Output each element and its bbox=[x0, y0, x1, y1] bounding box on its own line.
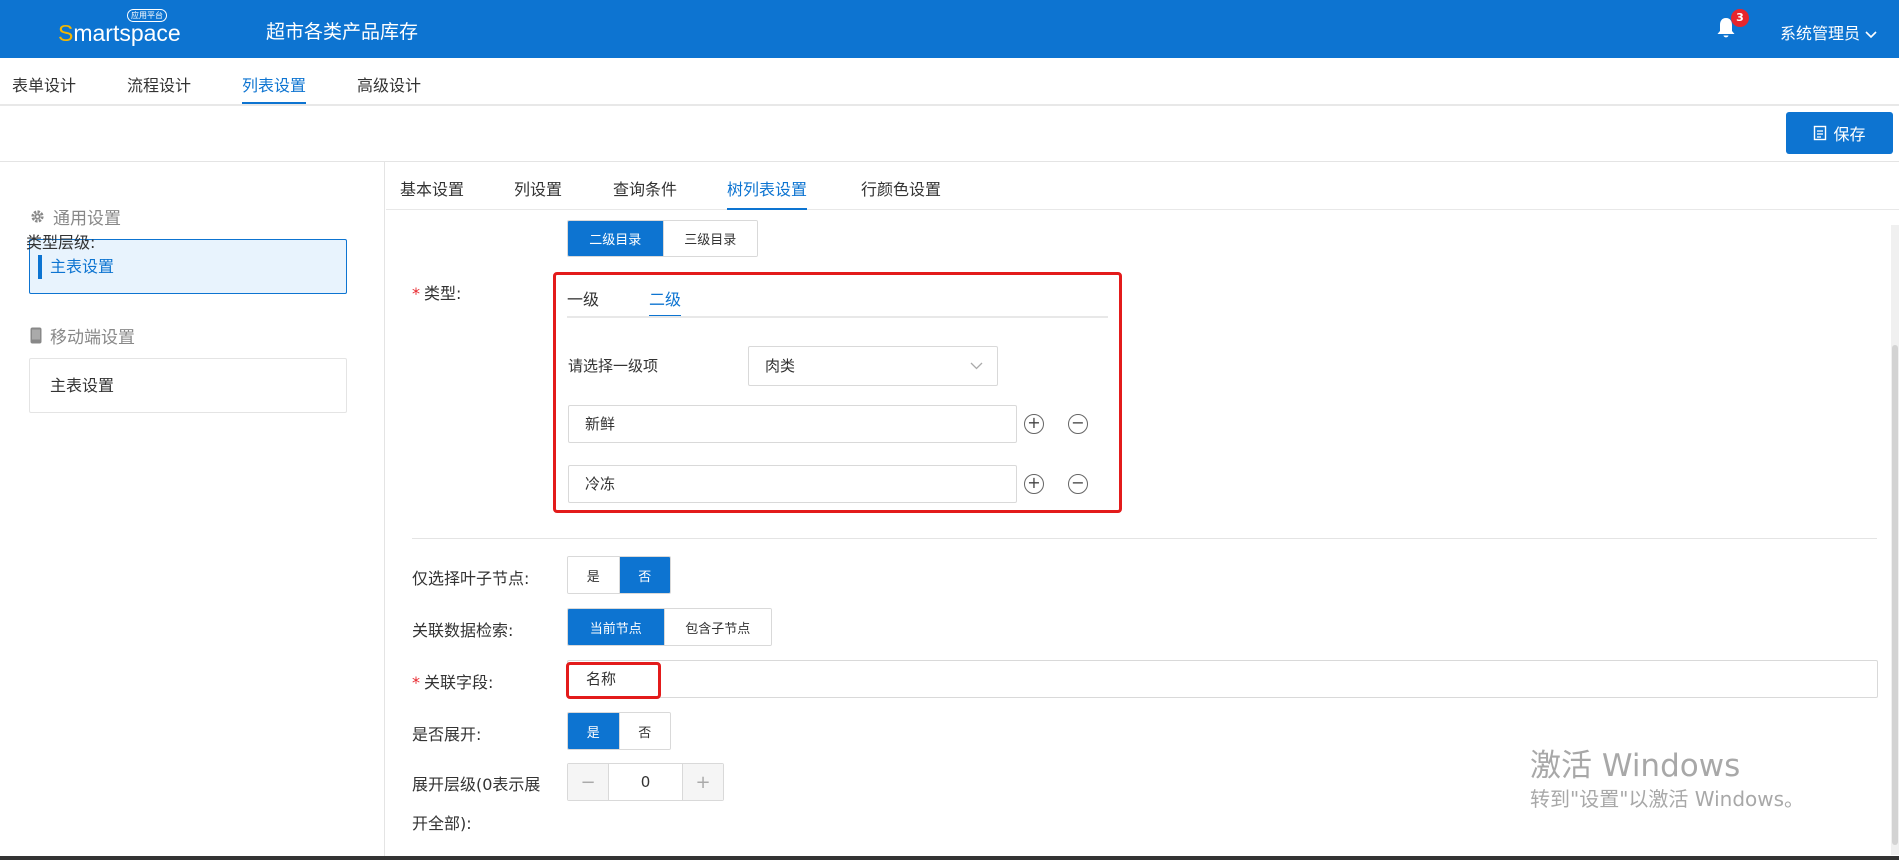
decrement-button[interactable]: − bbox=[568, 764, 608, 800]
expand-level-label-line2: 开全部): bbox=[412, 814, 472, 833]
first-level-select[interactable]: 肉类 bbox=[748, 346, 998, 386]
general-settings-group: 通用设置 bbox=[30, 204, 121, 229]
expand-label: 是否展开: bbox=[412, 725, 482, 744]
expand-level-stepper: − 0 + bbox=[567, 763, 724, 801]
select-first-level-label: 请选择一级项 bbox=[568, 357, 659, 375]
tab-list-settings[interactable]: 列表设置 bbox=[242, 72, 307, 104]
expand-no[interactable]: 否 bbox=[618, 713, 670, 749]
list-settings-tabs: 基本设置 列设置 查询条件 树列表设置 行颜色设置 bbox=[386, 162, 1899, 210]
tab-form-design[interactable]: 表单设计 bbox=[12, 72, 76, 104]
related-search-include-children[interactable]: 包含子节点 bbox=[663, 609, 771, 645]
general-settings-title: 通用设置 bbox=[53, 209, 121, 229]
section-divider bbox=[412, 538, 1877, 539]
save-label: 保存 bbox=[1833, 125, 1866, 144]
type-level-option-3[interactable]: 三级目录 bbox=[662, 221, 757, 256]
related-search-label: 关联数据检索: bbox=[412, 621, 514, 640]
top-header: Smartspace 应用平台 超市各类产品库存 3 系统管理员 bbox=[0, 0, 1899, 58]
save-button[interactable]: 保存 bbox=[1786, 112, 1893, 154]
type-level-toggle: 二级目录 三级目录 bbox=[567, 220, 758, 257]
expand-level-label-line1: 展开层级(0表示展 bbox=[412, 775, 541, 794]
tab-row-color-settings[interactable]: 行颜色设置 bbox=[861, 176, 941, 210]
type-level-option-2[interactable]: 二级目录 bbox=[568, 221, 663, 256]
gear-icon bbox=[31, 210, 44, 223]
first-level-select-value: 肉类 bbox=[765, 357, 796, 375]
tab-basic-settings[interactable]: 基本设置 bbox=[400, 176, 464, 210]
type-item-input[interactable]: 冷冻 bbox=[568, 465, 1017, 503]
add-item-icon[interactable]: + bbox=[1024, 414, 1044, 434]
tab-advanced-design[interactable]: 高级设计 bbox=[357, 72, 421, 104]
related-search-current-node[interactable]: 当前节点 bbox=[568, 609, 664, 645]
mobile-settings-title: 移动端设置 bbox=[50, 328, 135, 348]
window-bottom-edge bbox=[0, 856, 1899, 860]
related-field-label: * 关联字段: bbox=[412, 673, 494, 692]
app-title: 超市各类产品库存 bbox=[266, 21, 419, 43]
type-tab-level-2[interactable]: 二级 bbox=[649, 286, 682, 317]
left-settings-panel: 通用设置 主表设置 移动端设置 主表设置 bbox=[0, 162, 385, 860]
type-tabs-underline bbox=[567, 316, 1108, 318]
leaf-only-label: 仅选择叶子节点: bbox=[412, 569, 530, 588]
related-field-input[interactable]: 名称 bbox=[567, 660, 1878, 698]
type-tab-level-1[interactable]: 一级 bbox=[567, 286, 599, 317]
mobile-settings-group: 移动端设置 bbox=[30, 323, 135, 348]
leaf-only-toggle: 是 否 bbox=[567, 556, 671, 594]
chevron-down-icon bbox=[1865, 30, 1877, 38]
leaf-only-yes[interactable]: 是 bbox=[568, 557, 619, 593]
smartspace-logo[interactable]: Smartspace 应用平台 bbox=[58, 9, 181, 50]
windows-activation-watermark-subtitle: 转到"设置"以激活 Windows。 bbox=[1530, 787, 1805, 811]
remove-item-icon[interactable]: − bbox=[1068, 474, 1088, 494]
toolbar: 保存 bbox=[0, 108, 1899, 162]
mobile-main-table-settings[interactable]: 主表设置 bbox=[29, 358, 347, 413]
form-scrollbar[interactable] bbox=[1891, 225, 1899, 855]
leaf-only-no[interactable]: 否 bbox=[618, 557, 670, 593]
logo-text: Smartspace bbox=[58, 20, 181, 46]
notification-count-badge: 3 bbox=[1731, 9, 1749, 27]
type-label: * 类型: bbox=[412, 284, 462, 303]
tab-column-settings[interactable]: 列设置 bbox=[514, 176, 562, 210]
type-level-label: 类型层级: bbox=[26, 233, 96, 252]
chevron-down-icon bbox=[970, 362, 983, 370]
mobile-icon bbox=[30, 327, 42, 344]
windows-activation-watermark-title: 激活 Windows bbox=[1530, 748, 1741, 784]
type-item-input[interactable]: 新鲜 bbox=[568, 405, 1017, 443]
user-name: 系统管理员 bbox=[1780, 24, 1861, 43]
expand-yes[interactable]: 是 bbox=[568, 713, 619, 749]
tab-tree-list-settings[interactable]: 树列表设置 bbox=[727, 176, 808, 210]
related-search-toggle: 当前节点 包含子节点 bbox=[567, 608, 772, 646]
tab-flow-design[interactable]: 流程设计 bbox=[127, 72, 191, 104]
add-item-icon[interactable]: + bbox=[1024, 474, 1044, 494]
scrollbar-thumb[interactable] bbox=[1892, 345, 1898, 845]
remove-item-icon[interactable]: − bbox=[1068, 414, 1088, 434]
expand-level-value[interactable]: 0 bbox=[608, 764, 683, 800]
related-field-highlight-box bbox=[566, 662, 661, 699]
save-icon bbox=[1814, 125, 1827, 141]
logo-badge: 应用平台 bbox=[127, 9, 167, 22]
increment-button[interactable]: + bbox=[683, 764, 723, 800]
designer-tabs: 表单设计 流程设计 列表设置 高级设计 bbox=[0, 58, 1899, 106]
required-marker: * bbox=[412, 673, 420, 692]
tab-query-conditions[interactable]: 查询条件 bbox=[613, 176, 677, 210]
user-menu[interactable]: 系统管理员 bbox=[1780, 20, 1877, 44]
expand-toggle: 是 否 bbox=[567, 712, 671, 750]
required-marker: * bbox=[412, 284, 420, 303]
